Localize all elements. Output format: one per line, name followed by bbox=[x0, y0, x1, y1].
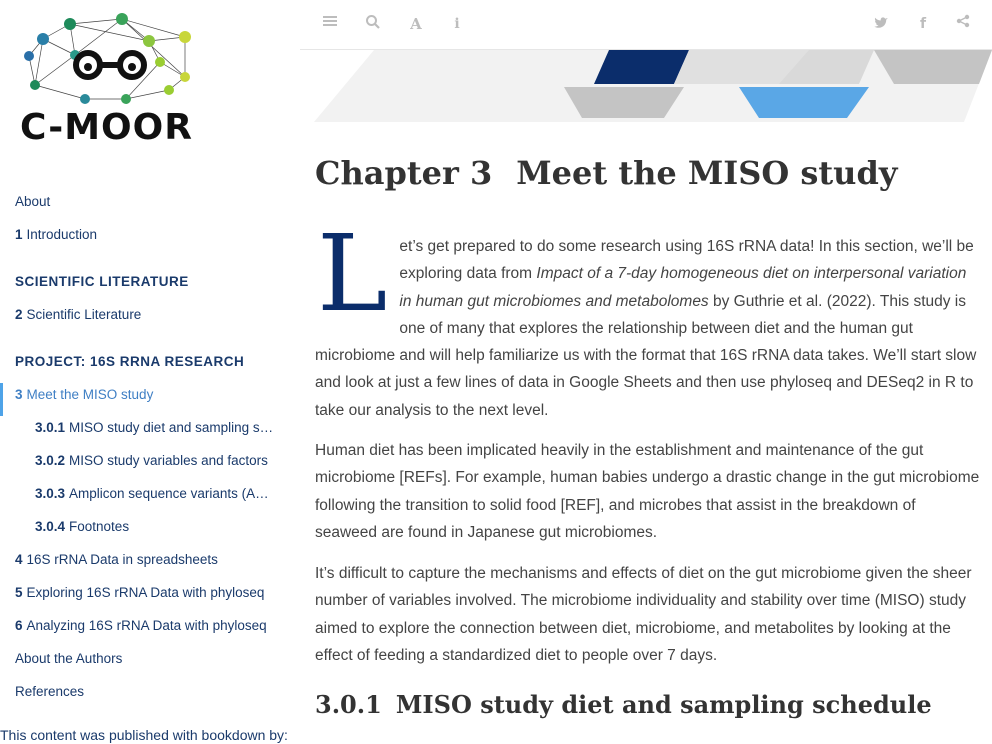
c-moor-logo[interactable]: C-MOOR bbox=[15, 10, 210, 150]
miso-paragraph: It’s difficult to capture the mechanisms… bbox=[315, 565, 972, 664]
toc-item-label: About bbox=[15, 194, 51, 209]
toc-item-number: 4 bbox=[15, 552, 23, 567]
info-icon[interactable]: i bbox=[447, 14, 467, 34]
toc-part-heading: PROJECT: 16S RRNA RESEARCH bbox=[15, 354, 245, 369]
toc-item-label: Amplicon sequence variants (A… bbox=[69, 486, 269, 501]
chapter-content: Chapter 3 Meet the MISO study Let’s get p… bbox=[315, 150, 980, 719]
toc-item[interactable]: 2 Scientific Literature bbox=[0, 303, 300, 336]
twitter-icon[interactable] bbox=[871, 14, 891, 34]
section-heading: 3.0.1 MISO study diet and sampling schedu… bbox=[315, 690, 932, 719]
toc-item[interactable]: 3.0.4 Footnotes bbox=[0, 515, 300, 548]
font-settings-icon[interactable]: A bbox=[406, 14, 426, 34]
intro-paragraph: Let’s get prepared to do some research u… bbox=[315, 212, 980, 424]
toc-item[interactable]: 3.0.3 Amplicon sequence variants (A… bbox=[0, 482, 300, 515]
toc-item-number: 3.0.1 bbox=[35, 420, 66, 435]
toc-item-label: Scientific Literature bbox=[26, 307, 142, 322]
section-number: 3.0.1 bbox=[315, 690, 382, 719]
chapter-heading: Chapter 3 Meet the MISO study bbox=[315, 150, 980, 200]
top-toolbar: A i f bbox=[300, 0, 992, 50]
toc-item[interactable]: 3.0.1 MISO study diet and sampling s… bbox=[0, 416, 300, 449]
toc-part-heading: SCIENTIFIC LITERATURE bbox=[15, 274, 189, 289]
toc-item-label: Meet the MISO study bbox=[26, 387, 154, 402]
toc-item-number: 3.0.2 bbox=[35, 453, 66, 468]
share-icon[interactable] bbox=[953, 14, 973, 34]
toc-item-label: 16S rRNA Data in spreadsheets bbox=[26, 552, 218, 567]
chapter-number: Chapter 3 bbox=[315, 154, 493, 192]
toc-item-label: Analyzing 16S rRNA Data with phyloseq bbox=[26, 618, 267, 633]
toc-item[interactable]: 1 Introduction bbox=[0, 223, 300, 256]
facebook-icon[interactable]: f bbox=[913, 14, 933, 34]
search-icon[interactable] bbox=[363, 14, 383, 34]
toc-item-number: 3 bbox=[15, 387, 23, 402]
intro-text-b: by Guthrie et al. (2022). This study is … bbox=[315, 292, 977, 419]
toc-item[interactable]: 4 16S rRNA Data in spreadsheets bbox=[0, 548, 300, 581]
toc-item-label: About the Authors bbox=[15, 651, 123, 666]
toc-item-label: Footnotes bbox=[69, 519, 130, 534]
decorative-banner bbox=[314, 50, 992, 122]
chapter-title: Meet the MISO study bbox=[516, 154, 898, 192]
toc-item-number: 2 bbox=[15, 307, 23, 322]
logo-wordmark: C-MOOR bbox=[20, 107, 193, 148]
toc-item-label: Exploring 16S rRNA Data with phyloseq bbox=[26, 585, 265, 600]
toc-toggle-icon[interactable] bbox=[320, 14, 340, 34]
toc-item-number: 6 bbox=[15, 618, 23, 633]
toc-item-label: References bbox=[15, 684, 85, 699]
toc-item-label: Introduction bbox=[26, 227, 98, 242]
sidebar: C-MOOR About 1 Introduction SCIENTIFIC LITE… bbox=[0, 0, 300, 744]
toc-item-number: 3.0.4 bbox=[35, 519, 66, 534]
toc-item-number: 3.0.3 bbox=[35, 486, 66, 501]
toc-item[interactable]: About bbox=[0, 190, 300, 223]
toc-item-label: MISO study variables and factors bbox=[69, 453, 268, 468]
section-title: MISO study diet and sampling schedule bbox=[395, 690, 932, 719]
toc-item[interactable]: 6 Analyzing 16S rRNA Data with phyloseq bbox=[0, 614, 300, 647]
diet-paragraph: Human diet has been implicated heavily i… bbox=[315, 442, 980, 541]
table-of-contents: About 1 Introduction SCIENTIFIC LITERATURE 2… bbox=[0, 190, 300, 713]
toc-item[interactable]: About the Authors bbox=[0, 647, 300, 680]
toc-item[interactable]: 5 Exploring 16S rRNA Data with phyloseq bbox=[0, 581, 300, 614]
toc-item[interactable]: 3 Meet the MISO study bbox=[0, 383, 300, 416]
published-with-note[interactable]: This content was published with bookdown… bbox=[0, 727, 288, 743]
toc-item[interactable]: 3.0.2 MISO study variables and factors bbox=[0, 449, 300, 482]
toc-item-label: MISO study diet and sampling s… bbox=[69, 420, 274, 435]
drop-cap: L bbox=[317, 212, 388, 335]
toc-item-number: 1 bbox=[15, 227, 23, 242]
toc-item-number: 5 bbox=[15, 585, 23, 600]
toc-item[interactable]: References bbox=[0, 680, 300, 713]
